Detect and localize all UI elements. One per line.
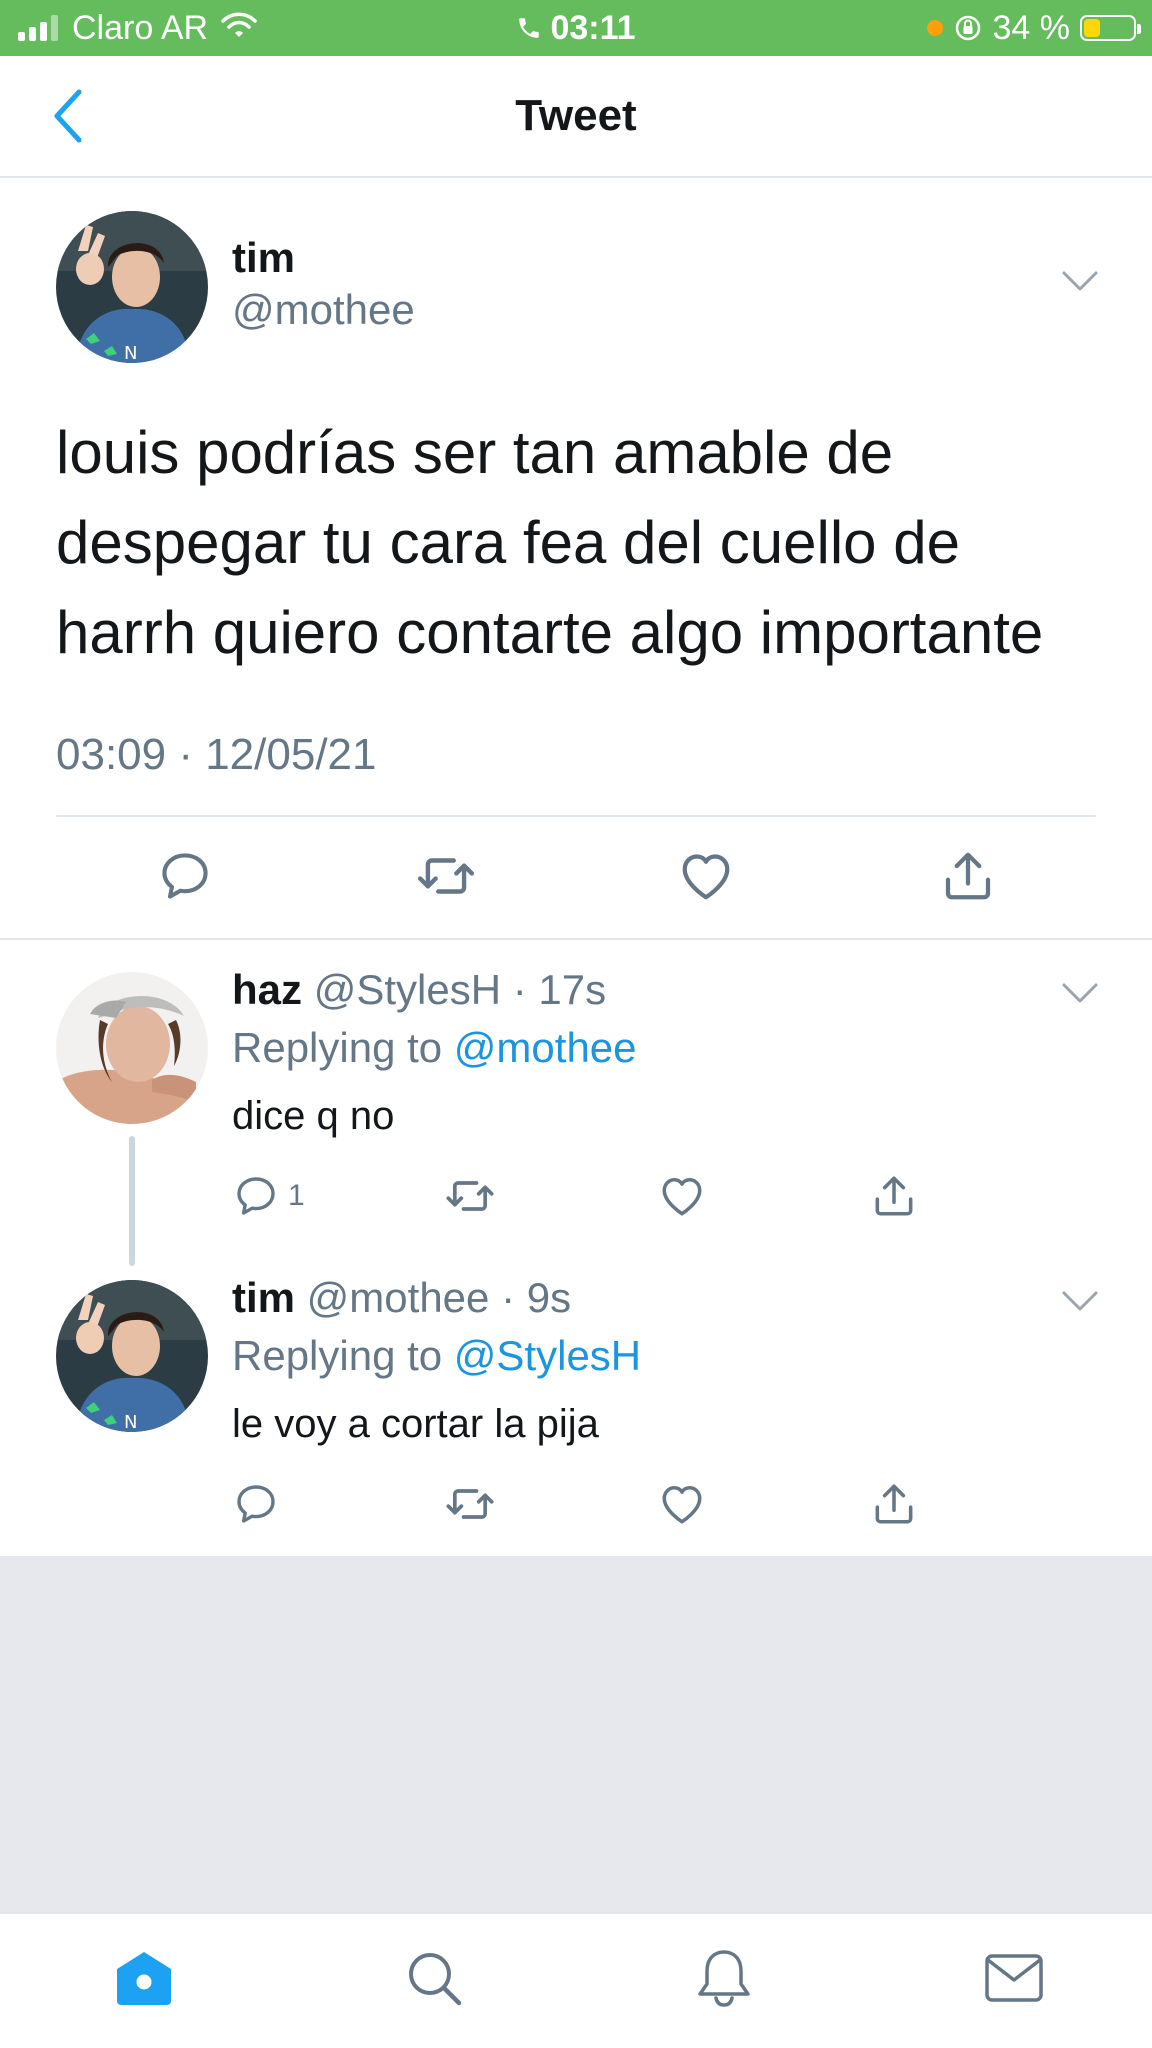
mail-icon: [985, 1954, 1043, 2002]
mention-link[interactable]: @StylesH: [454, 1332, 641, 1379]
recording-indicator-icon: [926, 20, 943, 36]
retweet-icon: [415, 845, 477, 907]
tweet-text: louis podrías ser tan amable de despegar…: [56, 419, 1044, 666]
battery-percent: 34 %: [992, 8, 1071, 47]
replying-to: Replying to @StylesH: [232, 1332, 641, 1380]
reply-actions: 1: [0, 1166, 1152, 1226]
reply-count: 1: [288, 1179, 305, 1212]
search-icon: [409, 1953, 462, 2006]
reply-button[interactable]: [147, 838, 223, 914]
orientation-lock-icon: [953, 13, 983, 43]
tweet-actions: [0, 838, 1152, 914]
chevron-down-icon[interactable]: [1060, 980, 1100, 1006]
phone-call-icon: [516, 15, 542, 41]
reply-button[interactable]: 1: [232, 1166, 305, 1226]
retweet-button[interactable]: [408, 838, 484, 914]
author-meta: @mothee · 9s: [306, 1274, 572, 1321]
reply-tweet[interactable]: haz @StylesH · 17s Replying to @mothee d…: [0, 940, 1152, 1266]
avatar[interactable]: [56, 211, 208, 363]
replying-prefix: Replying to: [232, 1332, 454, 1379]
reply-icon: [232, 1480, 280, 1528]
tab-bar: [0, 1912, 1152, 2048]
reply-icon: [232, 1172, 280, 1220]
empty-area: [0, 1556, 1152, 1912]
replying-prefix: Replying to: [232, 1024, 454, 1071]
reply-button[interactable]: [232, 1474, 280, 1534]
tab-home[interactable]: [112, 1946, 176, 2010]
author-name[interactable]: tim: [232, 1274, 295, 1321]
author-name[interactable]: tim: [232, 234, 295, 282]
author-meta: @StylesH · 17s: [313, 966, 607, 1013]
chevron-down-icon[interactable]: [1060, 268, 1100, 294]
like-button[interactable]: [668, 838, 744, 914]
heart-icon: [676, 846, 736, 906]
retweet-icon: [444, 1170, 496, 1222]
heart-icon: [657, 1479, 707, 1529]
like-button[interactable]: [657, 1166, 707, 1226]
like-button[interactable]: [657, 1474, 707, 1534]
tab-search[interactable]: [402, 1946, 466, 2010]
status-time: 03:11: [550, 8, 636, 47]
tab-messages[interactable]: [982, 1946, 1046, 2010]
status-right: 34 %: [926, 0, 1141, 56]
reply-icon: [156, 847, 214, 905]
replying-to: Replying to @mothee: [232, 1024, 637, 1072]
share-button[interactable]: [869, 1474, 919, 1534]
battery-icon: [1080, 15, 1141, 41]
reply-text: le voy a cortar la pija: [232, 1402, 599, 1446]
status-bar: Claro AR 03:11 34 %: [0, 0, 1152, 56]
retweet-icon: [444, 1478, 496, 1530]
avatar[interactable]: [56, 972, 208, 1124]
home-icon: [117, 1952, 171, 2005]
mention-link[interactable]: @mothee: [454, 1024, 637, 1071]
main-tweet: tim @mothee louis podrías ser tan amable…: [0, 178, 1152, 940]
avatar[interactable]: [56, 1280, 208, 1432]
nav-bar: Tweet: [0, 56, 1152, 178]
retweet-button[interactable]: [444, 1474, 496, 1534]
reply-text: dice q no: [232, 1094, 395, 1138]
heart-icon: [657, 1171, 707, 1221]
divider: [56, 815, 1096, 817]
author-name[interactable]: haz: [232, 966, 302, 1013]
share-icon: [869, 1171, 919, 1221]
reply-tweet[interactable]: tim @mothee · 9s Replying to @StylesH le…: [0, 1248, 1152, 1556]
reply-header: tim @mothee · 9s: [232, 1274, 571, 1322]
share-icon: [869, 1479, 919, 1529]
bell-icon: [698, 1950, 750, 2007]
reply-header: haz @StylesH · 17s: [232, 966, 606, 1014]
tweet-timestamp: 03:09 · 12/05/21: [56, 730, 377, 779]
chevron-down-icon[interactable]: [1060, 1288, 1100, 1314]
retweet-button[interactable]: [444, 1166, 496, 1226]
tab-notifications[interactable]: [692, 1946, 756, 2010]
author-handle[interactable]: @mothee: [232, 286, 415, 334]
share-icon: [938, 846, 998, 906]
page-title: Tweet: [515, 91, 637, 140]
reply-actions: [0, 1474, 1152, 1534]
share-button[interactable]: [869, 1166, 919, 1226]
share-button[interactable]: [930, 838, 1006, 914]
